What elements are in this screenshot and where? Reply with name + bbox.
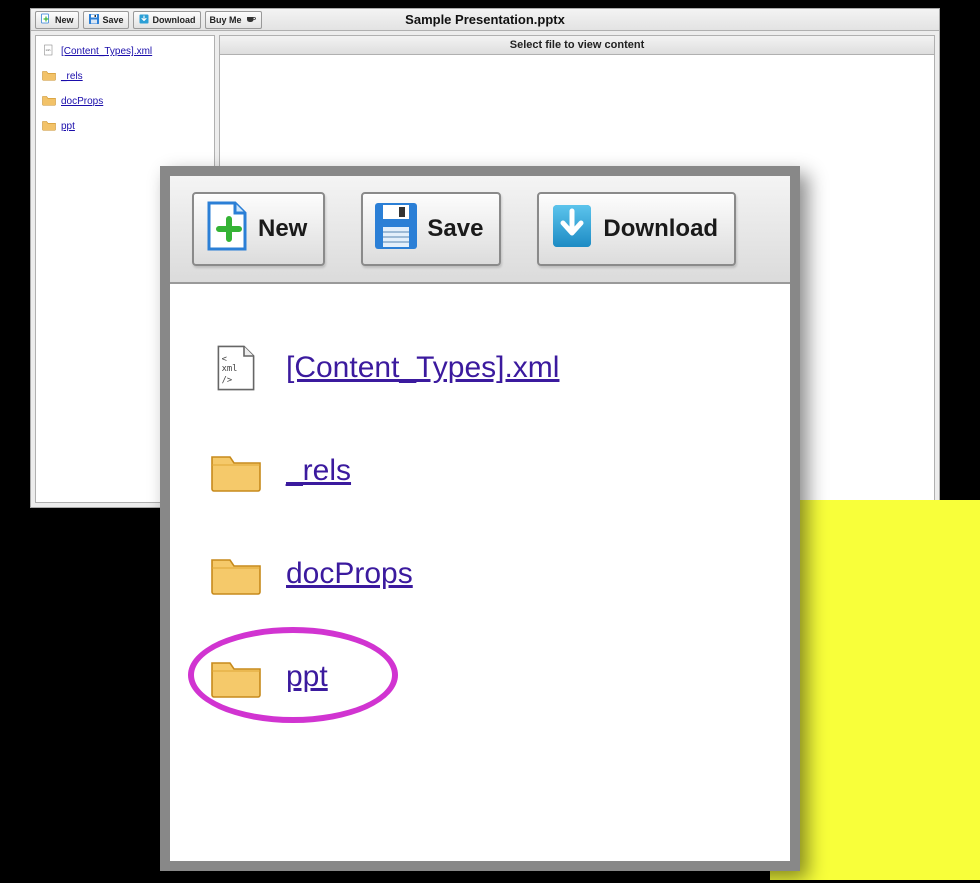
folder-icon — [210, 653, 262, 701]
folder-icon — [42, 69, 56, 84]
tree-item-label: docProps — [61, 96, 103, 107]
folder-icon — [42, 119, 56, 134]
new-button[interactable]: New — [35, 11, 79, 29]
folder-icon — [210, 447, 262, 495]
tree-item-rels[interactable]: _rels — [210, 447, 750, 495]
tree-item-label[interactable]: _rels — [286, 454, 351, 488]
content-header: Select file to view content — [219, 35, 935, 55]
folder-icon — [210, 550, 262, 598]
download-label: Download — [603, 215, 718, 243]
tree-item-label[interactable]: docProps — [286, 557, 413, 591]
coffee-icon — [245, 13, 257, 27]
save-label: Save — [427, 215, 483, 243]
download-label: Download — [153, 15, 196, 25]
tree-item-docprops[interactable]: docProps — [210, 550, 750, 598]
download-icon — [138, 13, 150, 27]
tree-item-label: [Content_Types].xml — [61, 46, 152, 57]
tree-item-ppt[interactable]: ppt — [210, 653, 750, 701]
svg-text:xml: xml — [46, 48, 52, 52]
new-label: New — [55, 15, 74, 25]
toolbar-small: New Save Download Buy Me — [31, 9, 266, 31]
tree-item-rels[interactable]: _rels — [42, 69, 208, 84]
save-label: Save — [103, 15, 124, 25]
buy-me-button[interactable]: Buy Me — [205, 11, 262, 29]
tree-item-label: ppt — [61, 121, 75, 132]
download-button[interactable]: Download — [133, 11, 201, 29]
svg-text:/>: /> — [222, 375, 233, 385]
new-button[interactable]: New — [192, 192, 325, 266]
titlebar: New Save Download Buy Me Sam — [31, 9, 939, 31]
tree-item-label: _rels — [61, 71, 83, 82]
floppy-icon — [88, 13, 100, 27]
svg-text:xml: xml — [222, 364, 238, 374]
download-icon — [547, 199, 597, 260]
tree-item-content-types[interactable]: xml [Content_Types].xml — [42, 44, 208, 59]
tree-item-content-types[interactable]: <xml/> [Content_Types].xml — [210, 344, 750, 392]
new-icon — [40, 13, 52, 27]
app-window-zoom: New Save Download <xml/> [Content_Types]… — [160, 166, 800, 871]
floppy-icon — [371, 199, 421, 260]
xml-file-icon: xml — [42, 44, 56, 59]
new-label: New — [258, 215, 307, 243]
download-button[interactable]: Download — [537, 192, 736, 266]
folder-icon — [42, 94, 56, 109]
tree-item-ppt[interactable]: ppt — [42, 119, 208, 134]
tree-item-docprops[interactable]: docProps — [42, 94, 208, 109]
buy-me-label: Buy Me — [210, 15, 242, 25]
tree-item-label[interactable]: [Content_Types].xml — [286, 351, 559, 385]
yellow-accent-block — [770, 500, 980, 880]
file-tree-large: <xml/> [Content_Types].xml _rels docProp… — [170, 284, 790, 816]
svg-text:<: < — [222, 355, 227, 365]
save-button[interactable]: Save — [83, 11, 129, 29]
new-icon — [202, 199, 252, 260]
xml-file-icon: <xml/> — [210, 344, 262, 392]
toolbar-large: New Save Download — [170, 176, 790, 284]
tree-item-label[interactable]: ppt — [286, 660, 328, 694]
save-button[interactable]: Save — [361, 192, 501, 266]
